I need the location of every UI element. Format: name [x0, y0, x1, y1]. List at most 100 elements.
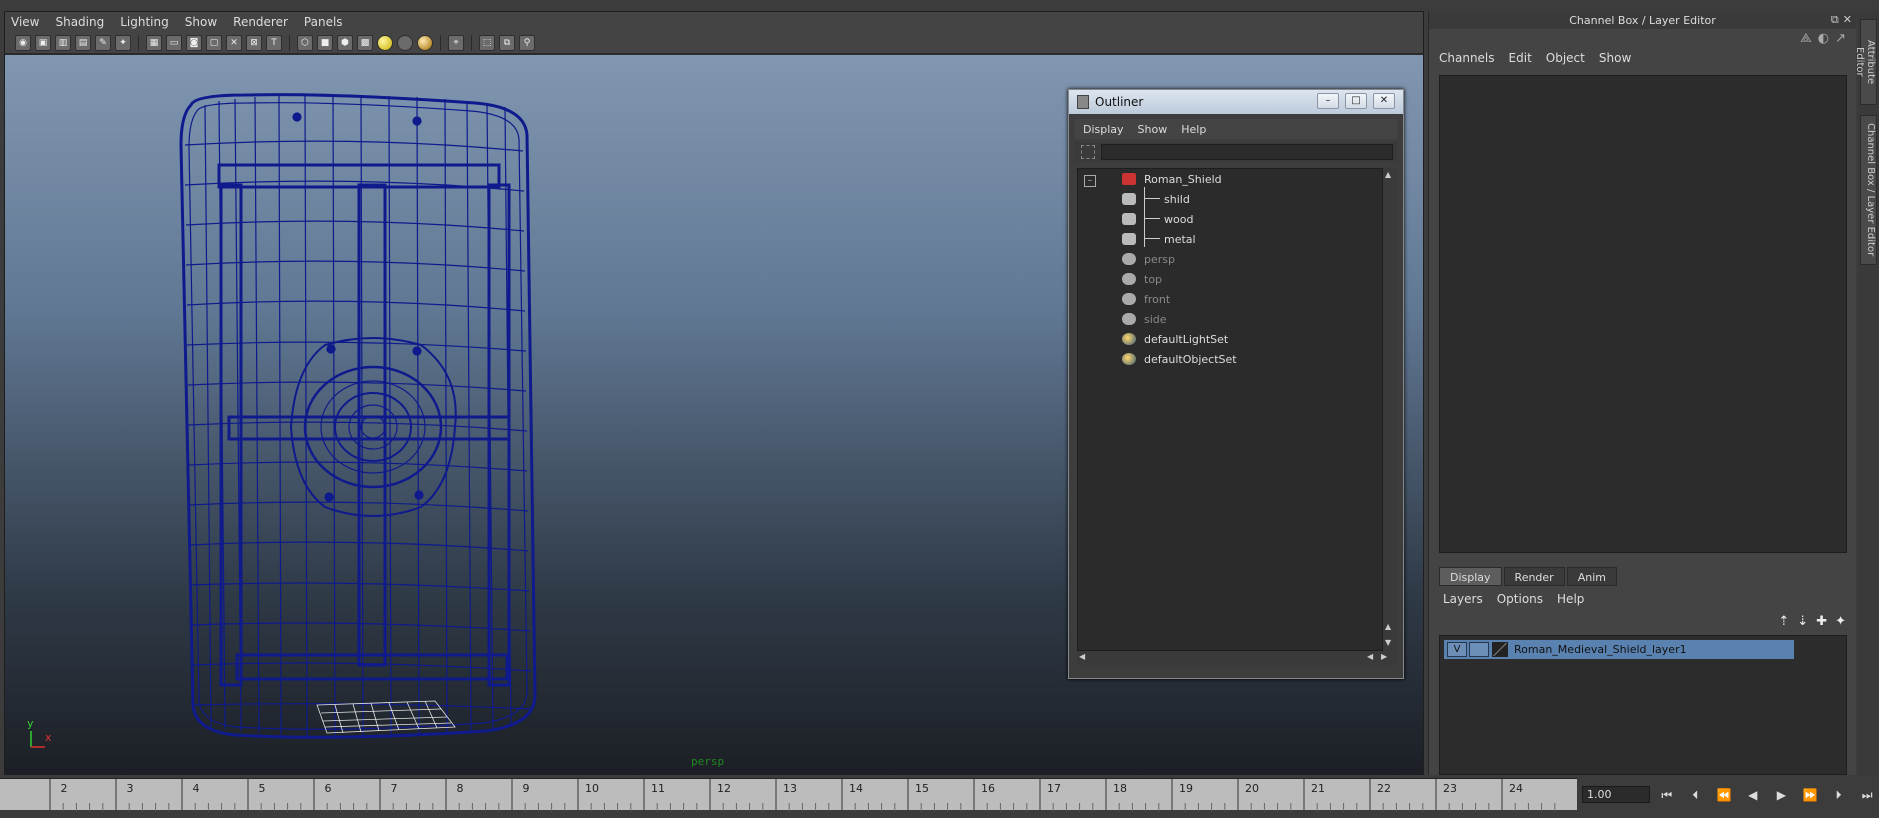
- new-layer-selected-icon[interactable]: ✦: [1835, 614, 1846, 629]
- scroll-right-icon[interactable]: ▶: [1381, 652, 1387, 661]
- smooth-shade-icon[interactable]: ■: [317, 34, 333, 51]
- outliner-filter-bar: [1075, 142, 1397, 162]
- menu-help[interactable]: Help: [1557, 592, 1584, 606]
- menu-options[interactable]: Options: [1497, 592, 1543, 606]
- time-slider[interactable]: 2 3 4 5 6 7 8 9 10 11 12 13 14 15 16 17 18 19 20 21 22 23 24: [0, 778, 1577, 811]
- scroll-up-icon[interactable]: ▲: [1385, 170, 1391, 179]
- select-camera-icon[interactable]: ◉: [15, 34, 31, 51]
- play-forward-icon[interactable]: ▶: [1771, 788, 1793, 802]
- menu-panels[interactable]: Panels: [304, 15, 343, 29]
- filter-icon[interactable]: [1081, 145, 1095, 159]
- step-forward-icon[interactable]: ⏵: [1828, 788, 1850, 803]
- timeline-tick-label: 22: [1377, 782, 1391, 795]
- xray-icon[interactable]: ⬚: [479, 34, 495, 51]
- outliner-item-default-object-set[interactable]: defaultObjectSet: [1122, 349, 1237, 369]
- current-time-field[interactable]: 1.00: [1582, 786, 1650, 803]
- side-tab-channel-box[interactable]: Channel Box / Layer Editor: [1860, 115, 1877, 265]
- outliner-item-metal[interactable]: metal: [1122, 229, 1196, 249]
- menu-channels[interactable]: Channels: [1439, 51, 1495, 65]
- tab-display[interactable]: Display: [1439, 567, 1502, 586]
- maximize-icon[interactable]: □: [1345, 93, 1367, 109]
- grid-icon[interactable]: ▦: [146, 34, 162, 51]
- float-panel-icon[interactable]: ⧉: [1831, 13, 1839, 27]
- step-forward-key-icon[interactable]: ⏩: [1799, 788, 1821, 802]
- outliner-item-persp[interactable]: persp: [1122, 249, 1175, 269]
- xray-components-icon[interactable]: ⚲: [519, 34, 535, 51]
- go-to-start-icon[interactable]: ⏮: [1656, 788, 1678, 803]
- image-plane-icon[interactable]: ▤: [75, 34, 91, 51]
- scroll-left-icon[interactable]: ◀: [1079, 652, 1085, 661]
- wireframe-icon[interactable]: ⬡: [297, 34, 313, 51]
- outliner-item-top[interactable]: top: [1122, 269, 1162, 289]
- play-backward-icon[interactable]: ◀: [1742, 788, 1764, 802]
- menu-lighting[interactable]: Lighting: [120, 15, 169, 29]
- twod-pan-zoom-icon[interactable]: ✦: [115, 34, 131, 51]
- channel-list[interactable]: [1439, 75, 1847, 553]
- outliner-vertical-scrollbar[interactable]: ▲ ▲ ▼: [1383, 168, 1397, 651]
- outliner-horizontal-scrollbar[interactable]: ◀ ◀ ▶: [1077, 651, 1397, 665]
- menu-edit[interactable]: Edit: [1509, 51, 1532, 65]
- menu-renderer[interactable]: Renderer: [233, 15, 288, 29]
- side-tab-attribute-editor[interactable]: Attribute Editor: [1854, 19, 1877, 105]
- maya-window: View Shading Lighting Show Renderer Pane…: [0, 0, 1879, 818]
- new-layer-icon[interactable]: ✚: [1816, 614, 1827, 629]
- camera-attributes-icon[interactable]: ▣: [35, 34, 51, 51]
- hyperbolic-icon[interactable]: ↗: [1835, 31, 1846, 46]
- minimize-icon[interactable]: –: [1317, 93, 1339, 109]
- channel-box-layer-editor: Channel Box / Layer Editor ⧉ ✕ ⟁ ◐ ↗ Cha…: [1428, 11, 1856, 775]
- layer-row[interactable]: V Roman_Medieval_Shield_layer1: [1444, 640, 1794, 659]
- collapse-toggle-icon[interactable]: –: [1084, 175, 1096, 187]
- scroll-down-icon[interactable]: ▼: [1385, 638, 1391, 647]
- tab-render[interactable]: Render: [1503, 567, 1565, 586]
- go-to-end-icon[interactable]: ⏭: [1856, 788, 1878, 803]
- outliner-menu-show[interactable]: Show: [1138, 123, 1168, 136]
- safe-title-icon[interactable]: T: [266, 34, 282, 51]
- isolate-select-icon[interactable]: ⌖: [448, 34, 464, 51]
- xray-joints-icon[interactable]: ⧉: [499, 34, 515, 51]
- menu-layers[interactable]: Layers: [1443, 592, 1483, 606]
- menu-view[interactable]: View: [11, 15, 39, 29]
- outliner-item-default-light-set[interactable]: defaultLightSet: [1122, 329, 1228, 349]
- outliner-item-shild[interactable]: shild: [1122, 189, 1190, 209]
- menu-shading[interactable]: Shading: [55, 15, 104, 29]
- outliner-search-input[interactable]: [1101, 144, 1393, 160]
- manipulator-icon[interactable]: ⟁: [1800, 31, 1812, 46]
- field-chart-icon[interactable]: ✕: [226, 34, 242, 51]
- scroll-up-icon[interactable]: ▲: [1385, 622, 1391, 631]
- move-layer-down-icon[interactable]: ⇣: [1797, 614, 1808, 629]
- toolbar-divider: [289, 34, 290, 51]
- high-quality-icon[interactable]: [417, 34, 433, 51]
- step-back-icon[interactable]: ⏴: [1685, 788, 1707, 803]
- outliner-item-side[interactable]: side: [1122, 309, 1167, 329]
- use-all-lights-icon[interactable]: [377, 34, 393, 51]
- close-panel-icon[interactable]: ✕: [1843, 13, 1852, 27]
- outliner-item-front[interactable]: front: [1122, 289, 1170, 309]
- step-back-key-icon[interactable]: ⏪: [1713, 788, 1735, 802]
- film-gate-icon[interactable]: ▭: [166, 34, 182, 51]
- menu-show-channels[interactable]: Show: [1599, 51, 1631, 65]
- speed-icon[interactable]: ◐: [1818, 31, 1829, 46]
- outliner-item-roman-shield[interactable]: Roman_Shield: [1122, 169, 1222, 189]
- layer-visibility-toggle[interactable]: V: [1447, 642, 1467, 657]
- grease-pencil-icon[interactable]: ✎: [95, 34, 111, 51]
- menu-object[interactable]: Object: [1546, 51, 1585, 65]
- textured-icon[interactable]: ▩: [357, 34, 373, 51]
- side-tab-strip: Attribute Editor Channel Box / Layer Edi…: [1854, 11, 1879, 775]
- gate-mask-icon[interactable]: ▢: [206, 34, 222, 51]
- shadows-icon[interactable]: [397, 34, 413, 51]
- scroll-left-icon[interactable]: ◀: [1367, 652, 1373, 661]
- bookmark-icon[interactable]: ▥: [55, 34, 71, 51]
- layer-display-type-toggle[interactable]: [1469, 642, 1489, 657]
- move-layer-up-icon[interactable]: ⇡: [1778, 614, 1789, 629]
- layer-color-swatch[interactable]: [1492, 642, 1508, 657]
- menu-show[interactable]: Show: [185, 15, 217, 29]
- outliner-tree[interactable]: – Roman_Shield shild wood metal persp to…: [1077, 168, 1383, 651]
- tab-anim[interactable]: Anim: [1566, 567, 1617, 586]
- resolution-gate-icon[interactable]: ◙: [186, 34, 202, 51]
- outliner-menu-display[interactable]: Display: [1083, 123, 1124, 136]
- outliner-menu-help[interactable]: Help: [1181, 123, 1206, 136]
- wireframe-on-shaded-icon[interactable]: ⬢: [337, 34, 353, 51]
- close-icon[interactable]: ✕: [1373, 93, 1395, 109]
- safe-action-icon[interactable]: ⊠: [246, 34, 262, 51]
- outliner-item-wood[interactable]: wood: [1122, 209, 1193, 229]
